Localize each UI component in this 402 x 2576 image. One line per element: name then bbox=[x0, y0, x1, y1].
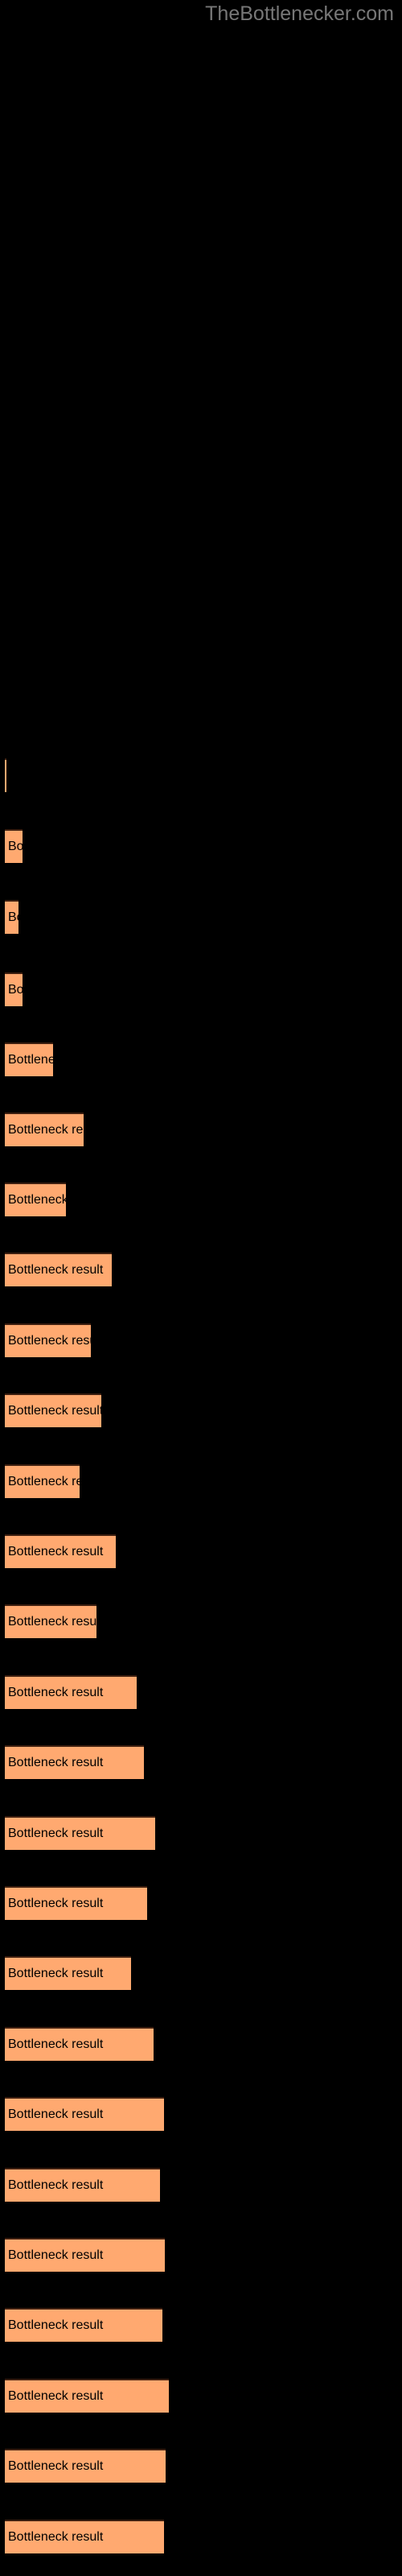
bar-label: Bottleneck result bbox=[8, 1123, 84, 1137]
bar-label: Bottleneck result bbox=[8, 1193, 66, 1207]
bar-row: Bottleneck result bbox=[0, 2449, 402, 2483]
bar-label: Bottleneck result bbox=[8, 983, 23, 997]
bar-row: Bottleneck result bbox=[0, 1956, 402, 1990]
bar-row: Bottleneck result bbox=[0, 1604, 402, 1638]
bar-row: Bottleneck result bbox=[0, 2168, 402, 2202]
bar-label: Bottleneck result bbox=[8, 1827, 104, 1840]
bar-row: Bottleneck result bbox=[0, 2520, 402, 2553]
chart-bar[interactable]: Bottleneck result bbox=[5, 1464, 80, 1498]
bar-row: Bottleneck result bbox=[0, 1816, 402, 1850]
bar-label: Bottleneck result bbox=[8, 2178, 104, 2192]
bar-row: Bottleneck result bbox=[0, 2238, 402, 2272]
bar-label: Bottleneck result bbox=[8, 2248, 104, 2262]
chart-bar[interactable]: Bottleneck result bbox=[5, 1042, 53, 1076]
bar-label: Bottleneck result bbox=[8, 1967, 104, 1980]
bar-label: Bottleneck result bbox=[8, 2459, 104, 2473]
horizontal-bar-chart: Bottleneck result Bottleneck result Bottle… bbox=[0, 0, 402, 2576]
bar-row: Bottleneck result bbox=[0, 972, 402, 1006]
bar-row: Bottleneck result bbox=[0, 1323, 402, 1357]
bar-label: Bottleneck result bbox=[8, 840, 23, 853]
bar-row: Bottleneck result bbox=[0, 1886, 402, 1920]
chart-bar[interactable]: Bottleneck result bbox=[5, 829, 23, 863]
bar-row: Bottleneck result bbox=[0, 2027, 402, 2061]
bar-row: Bottleneck result bbox=[0, 1042, 402, 1076]
bar-label: Bottleneck result bbox=[8, 1756, 104, 1769]
bar-row: Bottleneck result bbox=[0, 1113, 402, 1146]
bar-label: Bottleneck result bbox=[8, 2530, 104, 2544]
bar-row: Bottleneck result bbox=[0, 1464, 402, 1498]
bar-label: Bottleneck result bbox=[8, 1053, 53, 1067]
bar-label: Bottleneck result bbox=[8, 2389, 104, 2403]
chart-bar[interactable]: Bottleneck result bbox=[5, 2520, 164, 2553]
chart-bar[interactable]: Bottleneck result bbox=[5, 1675, 137, 1709]
chart-bar[interactable]: Bottleneck result bbox=[5, 2097, 164, 2131]
chart-bar[interactable]: Bottleneck result bbox=[5, 1604, 96, 1638]
chart-bar[interactable]: Bottleneck result bbox=[5, 1956, 131, 1990]
bar-label: Bottleneck result bbox=[8, 2107, 104, 2121]
bar-row: Bottleneck result bbox=[0, 1393, 402, 1427]
bar-label: Bottleneck result bbox=[8, 910, 18, 924]
chart-bar[interactable]: Bottleneck result bbox=[5, 900, 18, 934]
bar-row: Bottleneck result bbox=[0, 1534, 402, 1568]
bar-label: Bottleneck result bbox=[8, 2037, 104, 2051]
bar-row: Bottleneck result bbox=[0, 2308, 402, 2342]
chart-bar[interactable]: Bottleneck result bbox=[5, 2379, 169, 2413]
chart-bar[interactable]: Bottleneck result bbox=[5, 758, 6, 792]
bar-label: Bottleneck result bbox=[8, 1475, 80, 1488]
bottleneck-chart-page: TheBottlenecker.com Bottleneck resultBot… bbox=[0, 0, 402, 2576]
bar-row: Bottleneck result bbox=[0, 1675, 402, 1709]
bar-label: Bottleneck result bbox=[8, 1686, 104, 1699]
bar-label: Bottleneck result bbox=[8, 1404, 101, 1418]
bar-label: Bottleneck result bbox=[8, 1545, 104, 1558]
bar-row: Bottleneck result bbox=[0, 2097, 402, 2131]
chart-bar[interactable]: Bottleneck result bbox=[5, 2238, 165, 2272]
chart-bar[interactable]: Bottleneck result bbox=[5, 1393, 101, 1427]
chart-bar[interactable]: Bottleneck result bbox=[5, 1253, 112, 1286]
chart-bar[interactable]: Bottleneck result bbox=[5, 2449, 166, 2483]
chart-bar[interactable]: Bottleneck result bbox=[5, 2027, 154, 2061]
chart-bar[interactable]: Bottleneck result bbox=[5, 2308, 162, 2342]
bar-row: Bottleneck result bbox=[0, 900, 402, 934]
bar-row: Bottleneck result bbox=[0, 829, 402, 863]
bar-label: Bottleneck result bbox=[8, 1263, 104, 1277]
bar-row: Bottleneck result bbox=[0, 1183, 402, 1216]
bar-label: Bottleneck result bbox=[8, 1615, 96, 1629]
bar-row: Bottleneck result bbox=[0, 758, 402, 792]
chart-bar[interactable]: Bottleneck result bbox=[5, 2168, 160, 2202]
chart-bar[interactable]: Bottleneck result bbox=[5, 1816, 155, 1850]
bar-row: Bottleneck result bbox=[0, 1253, 402, 1286]
chart-bar[interactable]: Bottleneck result bbox=[5, 1886, 147, 1920]
chart-bar[interactable]: Bottleneck result bbox=[5, 1113, 84, 1146]
chart-bar[interactable]: Bottleneck result bbox=[5, 1183, 66, 1216]
bar-row: Bottleneck result bbox=[0, 2379, 402, 2413]
bar-row: Bottleneck result bbox=[0, 1745, 402, 1779]
bar-label: Bottleneck result bbox=[8, 1334, 91, 1348]
bar-label: Bottleneck result bbox=[8, 2318, 104, 2332]
chart-bar[interactable]: Bottleneck result bbox=[5, 1745, 144, 1779]
chart-bar[interactable]: Bottleneck result bbox=[5, 1534, 116, 1568]
chart-bar[interactable]: Bottleneck result bbox=[5, 972, 23, 1006]
chart-bar[interactable]: Bottleneck result bbox=[5, 1323, 91, 1357]
bar-label: Bottleneck result bbox=[8, 1897, 104, 1910]
